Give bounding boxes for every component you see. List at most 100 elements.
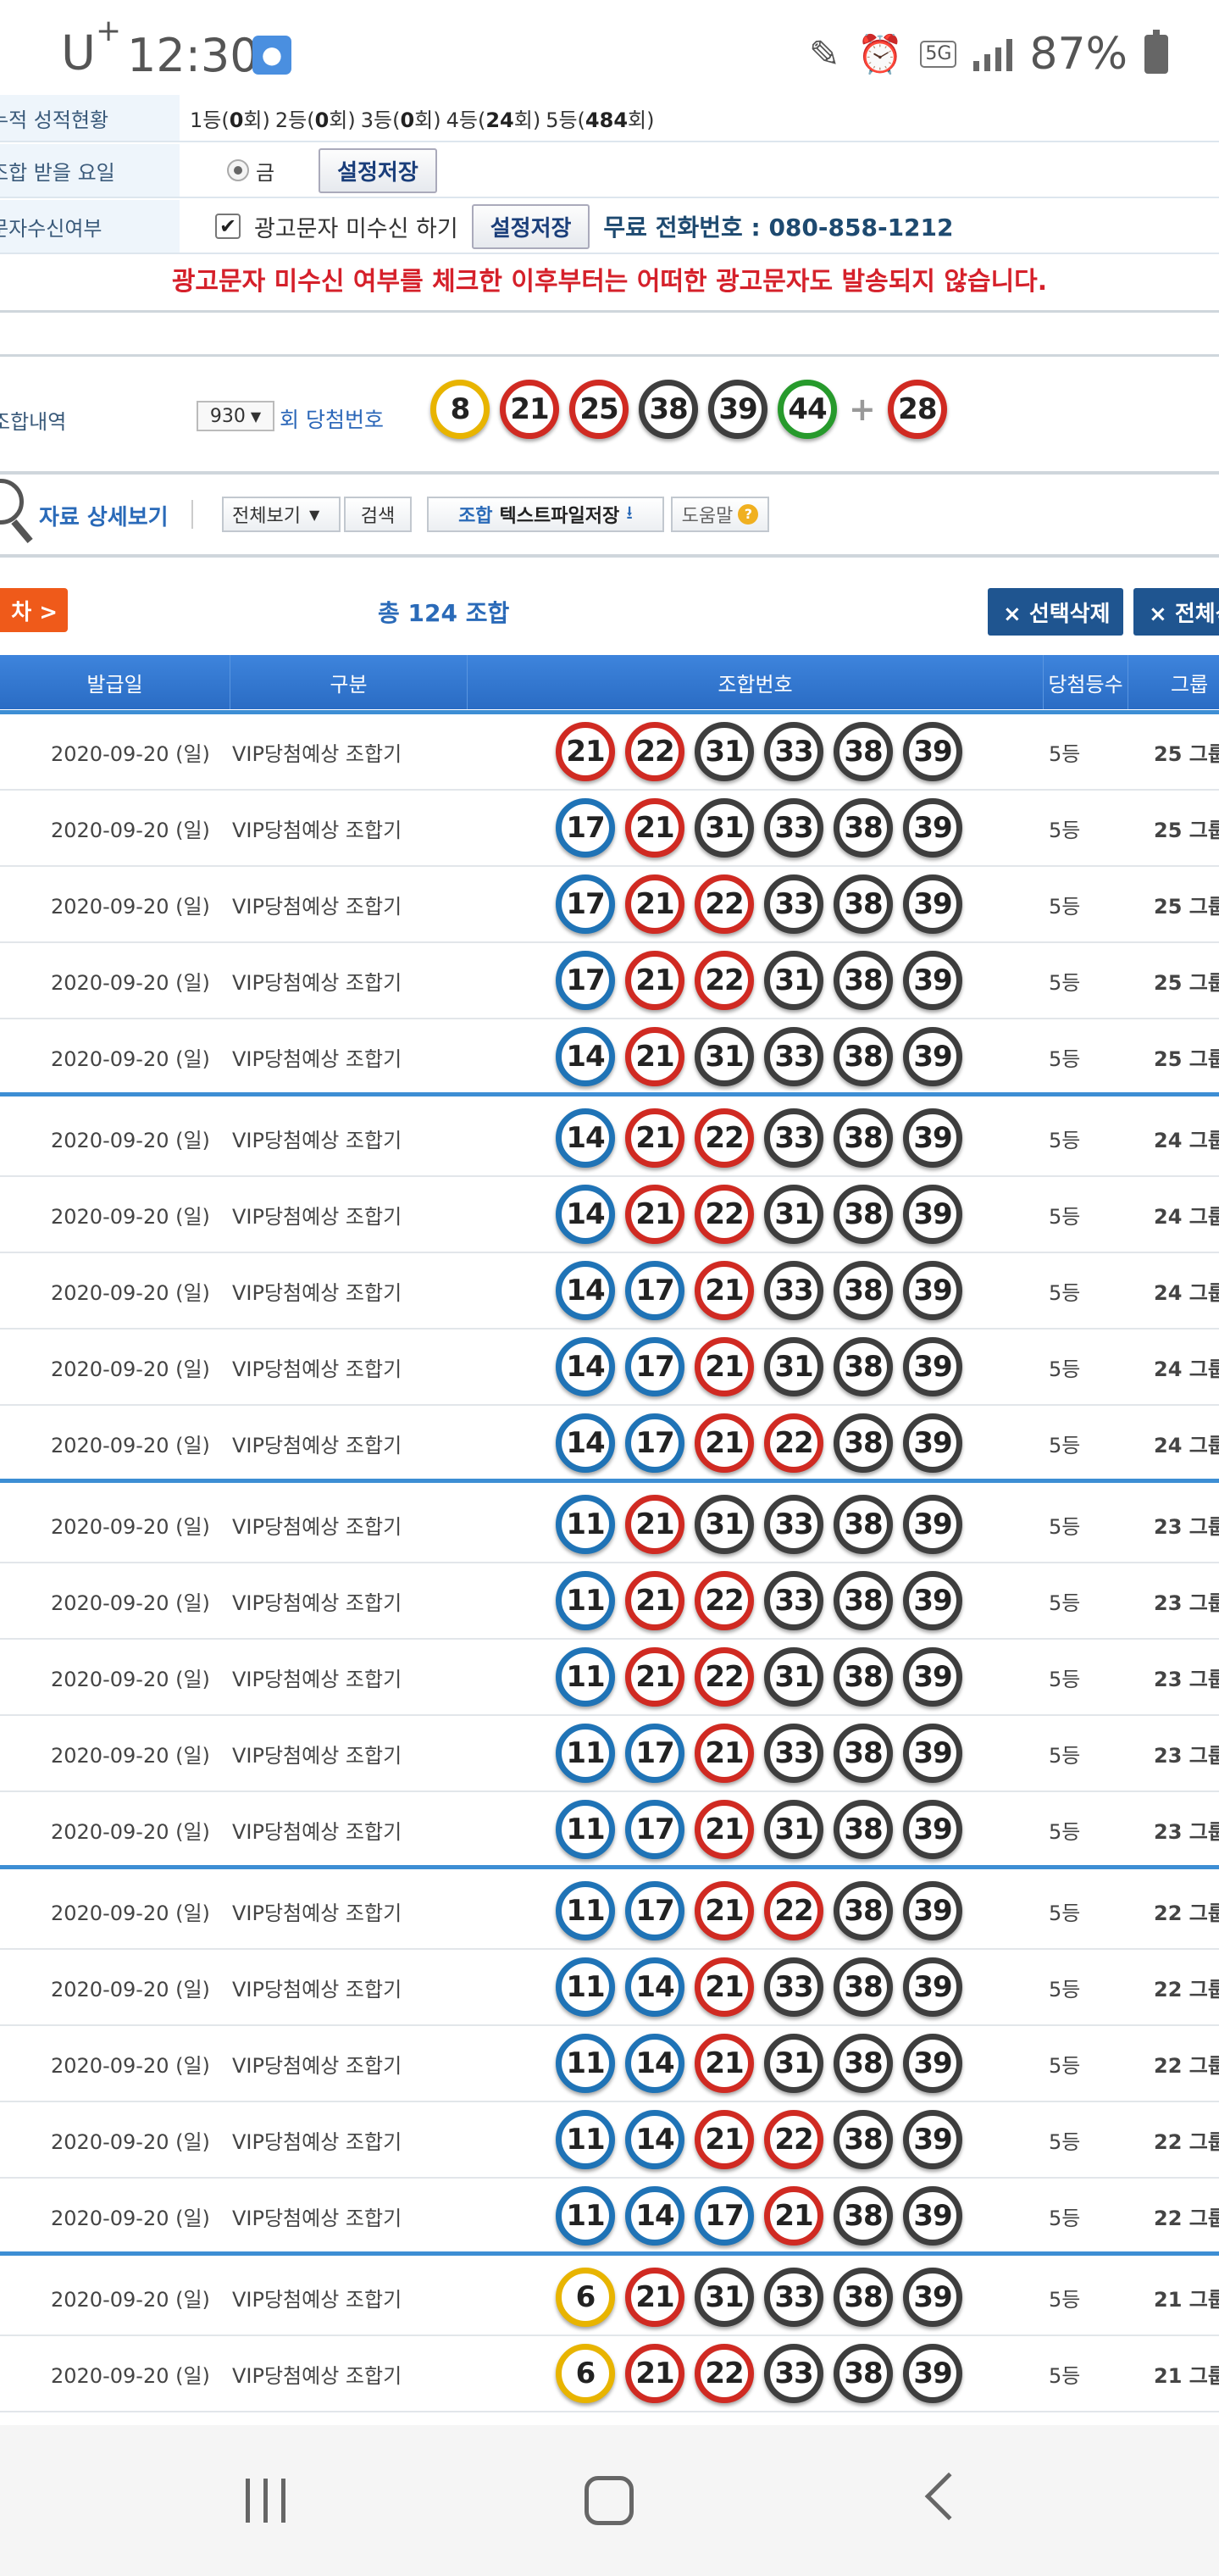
group-link[interactable]: 25 그룹 — [1154, 1019, 1219, 1094]
lotto-ball: 31 — [764, 1647, 823, 1707]
table-row[interactable]: 2020-09-20 (일) VIP당첨예상 조합기 21 22 31 33 38 39 5등 2… — [0, 714, 1219, 791]
lotto-ball: 22 — [625, 722, 684, 781]
combo-numbers: 11 14 21 33 38 39 — [556, 1950, 962, 2024]
home-icon[interactable] — [585, 2476, 634, 2525]
table-row[interactable]: 2020-09-20 (일) VIP당첨예상 조합기 14 17 21 22 38 39 5등 2… — [0, 1406, 1219, 1482]
table-row[interactable]: 2020-09-20 (일) VIP당첨예상 조합기 11 14 21 22 38 39 5등 2… — [0, 2102, 1219, 2179]
sms-value: ✔ 광고문자 미수신 하기 설정저장 무료 전화번호 : 080-858-121… — [180, 203, 954, 249]
table-row[interactable]: 2020-09-20 (일) VIP당첨예상 조합기 6 21 31 33 38 39 5등 21… — [0, 2260, 1219, 2336]
combo-numbers: 17 21 22 33 38 39 — [556, 867, 962, 941]
table-row[interactable]: 2020-09-20 (일) VIP당첨예상 조합기 11 21 31 33 38 39 5등 2… — [0, 1487, 1219, 1563]
search-button[interactable]: 검색 — [344, 497, 412, 532]
group-link[interactable]: 22 그룹 — [1154, 2026, 1219, 2101]
issue-date: 2020-09-20 (일) — [51, 1667, 210, 1691]
table-row[interactable]: 2020-09-20 (일) VIP당첨예상 조합기 14 21 22 33 38 39 5등 2… — [0, 1101, 1219, 1177]
group-link[interactable]: 23 그룹 — [1154, 1563, 1219, 1638]
group-link[interactable]: 22 그룹 — [1154, 1874, 1219, 1948]
lotto-ball: 21 — [764, 2186, 823, 2246]
lotto-ball: 11 — [556, 2034, 615, 2093]
day-value: 금 설정저장 — [180, 147, 437, 193]
group-link[interactable]: 25 그룹 — [1154, 791, 1219, 865]
group-link[interactable]: 24 그룹 — [1154, 1101, 1219, 1175]
day-save-button[interactable]: 설정저장 — [319, 147, 437, 193]
ad-notice: 광고문자 미수신 여부를 체크한 이후부터는 어떠한 광고문자도 발송되지 않습… — [171, 267, 1048, 297]
table-row[interactable]: 2020-09-20 (일) VIP당첨예상 조합기 14 21 22 31 38 39 5등 2… — [0, 1177, 1219, 1253]
group-link[interactable]: 25 그룹 — [1154, 943, 1219, 1018]
lotto-ball: 39 — [708, 380, 767, 439]
group-link[interactable]: 25 그룹 — [1154, 714, 1219, 789]
group-link[interactable]: 24 그룹 — [1154, 1177, 1219, 1252]
sms-save-button[interactable]: 설정저장 — [471, 203, 590, 249]
group-link[interactable]: 21 그룹 — [1154, 2336, 1219, 2411]
combo-numbers: 11 14 21 31 38 39 — [556, 2026, 962, 2101]
status-bar: U+ 12:30 ● ✎ ⏰ 5G 87% — [0, 0, 1219, 92]
group-link[interactable]: 24 그룹 — [1154, 1253, 1219, 1328]
lotto-ball: 22 — [695, 874, 754, 934]
lotto-ball: 38 — [834, 1495, 893, 1554]
group-link[interactable]: 24 그룹 — [1154, 1330, 1219, 1404]
lotto-ball: 31 — [764, 2034, 823, 2093]
lotto-ball: 38 — [834, 2268, 893, 2327]
delete-selected-button[interactable]: × 선택삭제 — [988, 588, 1123, 636]
issue-date: 2020-09-20 (일) — [51, 1977, 210, 2001]
lotto-ball: 38 — [834, 1027, 893, 1086]
table-row[interactable]: 2020-09-20 (일) VIP당첨예상 조합기 11 14 17 21 38 39 5등 2… — [0, 2179, 1219, 2255]
combo-kind: VIP당첨예상 조합기 — [232, 970, 402, 995]
combo-kind: VIP당첨예상 조합기 — [232, 1280, 402, 1305]
group-link[interactable]: 22 그룹 — [1154, 1950, 1219, 2024]
draw-select[interactable]: 930 ▼ — [197, 401, 274, 431]
next-draw-button[interactable]: 차 > — [0, 588, 68, 632]
issue-date: 2020-09-20 (일) — [51, 2363, 210, 2388]
table-row[interactable]: 2020-09-20 (일) VIP당첨예상 조합기 11 17 21 33 38 39 5등 2… — [0, 1716, 1219, 1792]
table-row[interactable]: 2020-09-20 (일) VIP당첨예상 조합기 11 17 21 22 38 39 5등 2… — [0, 1874, 1219, 1950]
group-link[interactable]: 23 그룹 — [1154, 1716, 1219, 1790]
group-link[interactable]: 23 그룹 — [1154, 1487, 1219, 1562]
table-row[interactable]: 2020-09-20 (일) VIP당첨예상 조합기 11 14 21 31 38 39 5등 2… — [0, 2026, 1219, 2102]
sms-label: 문자수신여부 — [0, 200, 180, 253]
group-link[interactable]: 22 그룹 — [1154, 2102, 1219, 2177]
group-link[interactable]: 23 그룹 — [1154, 1792, 1219, 1867]
filter-select[interactable]: 전체보기 ▼ — [222, 497, 341, 532]
table-row[interactable]: 2020-09-20 (일) VIP당첨예상 조합기 17 21 22 31 38 39 5등 2… — [0, 943, 1219, 1019]
table-row[interactable]: 2020-09-20 (일) VIP당첨예상 조합기 17 21 22 33 38 39 5등 2… — [0, 867, 1219, 943]
group-link[interactable]: 21 그룹 — [1154, 2260, 1219, 2334]
lotto-ball: 11 — [556, 2110, 615, 2169]
delete-all-button[interactable]: × 전체삭제 — [1133, 588, 1219, 636]
combo-numbers: 11 17 21 33 38 39 — [556, 1716, 962, 1790]
combo-kind: VIP당첨예상 조합기 — [232, 1433, 402, 1457]
recent-apps-icon[interactable] — [246, 2479, 285, 2523]
group-link[interactable]: 22 그룹 — [1154, 2179, 1219, 2253]
lotto-ball: 39 — [903, 1185, 962, 1244]
group-link[interactable]: 24 그룹 — [1154, 1406, 1219, 1480]
win-rank: 5등 — [1049, 894, 1081, 919]
save-text-file-button[interactable]: 조합 텍스트파일저장 ⭳ — [427, 497, 664, 532]
lotto-ball: 17 — [556, 798, 615, 858]
lotto-ball: 39 — [903, 1495, 962, 1554]
help-button[interactable]: 도움말? — [671, 497, 769, 532]
ad-opt-out-checkbox[interactable]: ✔ — [215, 214, 241, 239]
table-row[interactable]: 2020-09-20 (일) VIP당첨예상 조합기 6 21 22 33 38 39 5등 21… — [0, 2336, 1219, 2412]
table-row[interactable]: 2020-09-20 (일) VIP당첨예상 조합기 11 21 22 33 38 39 5등 2… — [0, 1563, 1219, 1640]
lotto-ball: 33 — [764, 2268, 823, 2327]
performance-stats: 1등(0회) 2등(0회) 3등(0회) 4등(24회) 5등(484회) — [190, 103, 659, 133]
group-link[interactable]: 25 그룹 — [1154, 867, 1219, 941]
friday-label: 금 — [256, 160, 275, 185]
issue-date: 2020-09-20 (일) — [51, 1357, 210, 1381]
lotto-ball: 14 — [556, 1108, 615, 1168]
lotto-ball: 39 — [903, 1800, 962, 1859]
lotto-ball: 31 — [695, 1495, 754, 1554]
detail-title: 자료 상세보기 — [39, 505, 169, 530]
combo-kind: VIP당첨예상 조합기 — [232, 2363, 402, 2388]
table-row[interactable]: 2020-09-20 (일) VIP당첨예상 조합기 11 17 21 31 38 39 5등 2… — [0, 1792, 1219, 1868]
friday-radio[interactable] — [227, 159, 249, 181]
table-row[interactable]: 2020-09-20 (일) VIP당첨예상 조합기 11 21 22 31 38 39 5등 2… — [0, 1640, 1219, 1716]
table-row[interactable]: 2020-09-20 (일) VIP당첨예상 조합기 14 17 21 33 38 39 5등 2… — [0, 1253, 1219, 1330]
table-row[interactable]: 2020-09-20 (일) VIP당첨예상 조합기 11 14 21 33 38 39 5등 2… — [0, 1950, 1219, 2026]
table-row[interactable]: 2020-09-20 (일) VIP당첨예상 조합기 14 21 31 33 38 39 5등 2… — [0, 1019, 1219, 1096]
group-separator — [0, 1092, 1219, 1096]
group-link[interactable]: 23 그룹 — [1154, 1640, 1219, 1714]
table-row[interactable]: 2020-09-20 (일) VIP당첨예상 조합기 14 17 21 31 38 39 5등 2… — [0, 1330, 1219, 1406]
lotto-ball: 11 — [556, 1800, 615, 1859]
lotto-ball: 38 — [834, 1800, 893, 1859]
table-row[interactable]: 2020-09-20 (일) VIP당첨예상 조합기 17 21 31 33 38 39 5등 2… — [0, 791, 1219, 867]
